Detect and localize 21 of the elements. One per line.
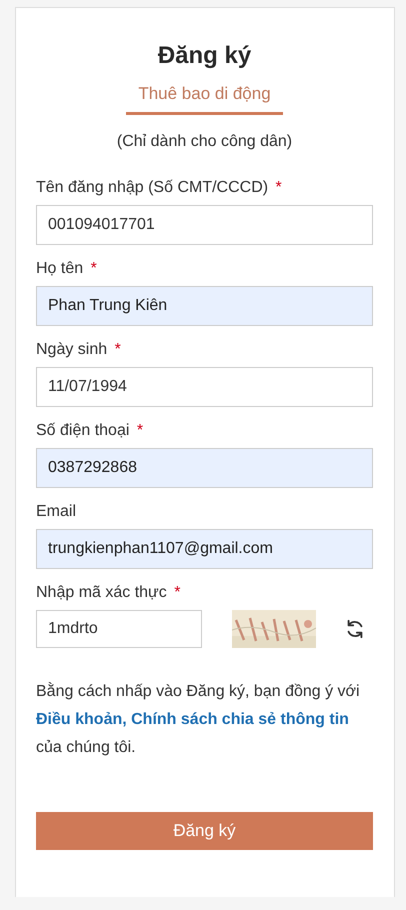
required-mark: * bbox=[276, 179, 282, 196]
captcha-field[interactable]: 1mdrto bbox=[36, 610, 202, 648]
input-field[interactable]: 11/07/1994 bbox=[36, 367, 373, 407]
page-title: Đăng ký bbox=[156, 42, 252, 70]
subtitle: (Chỉ dành cho công dân) bbox=[116, 133, 294, 151]
input-field[interactable]: trungkienphan1107@gmail.com bbox=[36, 529, 373, 569]
field-label: Email bbox=[36, 503, 76, 520]
terms-link[interactable]: Điều khoản, Chính sách chia sẻ thông tin bbox=[36, 711, 349, 728]
required-mark: * bbox=[136, 422, 144, 439]
required-mark: * bbox=[174, 584, 180, 601]
input-field[interactable]: 001094017701 bbox=[36, 205, 373, 245]
required-mark: * bbox=[114, 341, 121, 358]
field-label: Ngày sinh bbox=[36, 341, 108, 358]
field-label: Tên đăng nhập (Số CMT/CCCD) bbox=[36, 179, 268, 196]
field-label: Họ tên bbox=[36, 260, 84, 277]
terms-text: Bằng cách nhấp vào Đăng ký, bạn đồng ý với Điều khoản, Chính sách chia sẻ thông tin của chúng tôi. bbox=[36, 681, 361, 758]
input-field[interactable]: Phan Trung Kiên bbox=[36, 286, 373, 326]
input-field[interactable]: 0387292868 bbox=[36, 448, 373, 488]
field-label: Số điện thoại bbox=[36, 422, 130, 439]
required-mark: * bbox=[90, 260, 97, 277]
field-label: Nhập mã xác thực bbox=[36, 584, 167, 601]
